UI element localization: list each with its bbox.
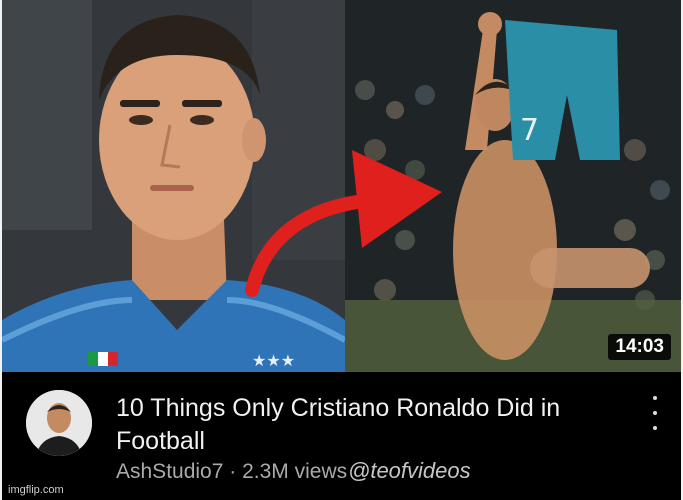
video-title[interactable]: 10 Things Only Cristiano Ronaldo Did in … — [116, 392, 636, 458]
channel-avatar[interactable] — [26, 390, 92, 456]
channel-name[interactable]: AshStudio7 — [116, 460, 223, 483]
meta-separator: · — [229, 460, 243, 483]
jersey-number: 7 — [520, 113, 539, 148]
meme-frame: ★★★ 7 14:03 10 Things Only Cristiano Ron… — [0, 0, 683, 500]
svg-text:★★★: ★★★ — [252, 351, 295, 370]
view-count: 2.3M views — [242, 460, 348, 483]
avatar-icon — [26, 390, 92, 456]
duration-badge: 14:03 — [608, 334, 671, 360]
imgflip-watermark: imgflip.com — [8, 484, 64, 496]
video-thumbnail[interactable]: ★★★ 7 14:03 — [2, 0, 681, 372]
video-metadata: AshStudio7 · 2.3M views — [116, 460, 347, 484]
creator-watermark: @teofvideos — [348, 458, 471, 483]
video-info-bar: 10 Things Only Cristiano Ronaldo Did in … — [2, 372, 681, 500]
red-arrow-icon — [245, 150, 442, 297]
kebab-menu-icon[interactable] — [647, 396, 663, 430]
